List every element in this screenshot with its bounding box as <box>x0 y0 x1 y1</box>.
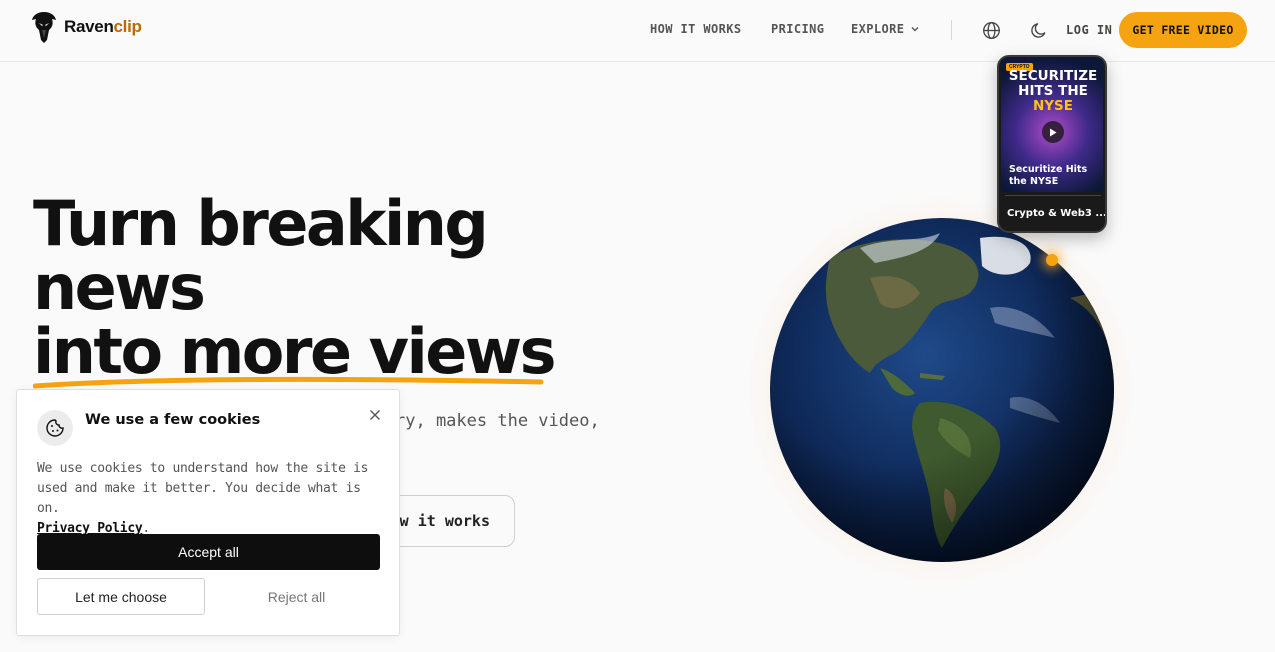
cookie-consent-dialog: We use a few cookies We use cookies to u… <box>16 389 400 636</box>
hero-subtitle: ry, makes the video, <box>395 411 600 431</box>
nav-explore-label: EXPLORE <box>851 22 905 36</box>
nav-pricing[interactable]: PRICING <box>771 22 824 36</box>
close-icon[interactable] <box>367 407 383 423</box>
cookie-title: We use a few cookies <box>85 412 261 428</box>
play-button[interactable] <box>1042 121 1064 143</box>
hero-title-line-2: news <box>33 251 206 324</box>
play-icon <box>1050 128 1057 136</box>
hero-title-line-1: Turn breaking <box>33 187 489 260</box>
nav-how-it-works[interactable]: HOW IT WORKS <box>650 22 742 36</box>
video-headline: SECURITIZE HITS THE NYSE <box>1008 68 1098 114</box>
video-preview-card[interactable]: CRYPTO SECURITIZE HITS THE NYSE Securiti… <box>997 55 1107 233</box>
earth-globe <box>770 218 1114 562</box>
language-button[interactable] <box>980 19 1002 41</box>
raven-logo-icon <box>32 12 56 43</box>
location-marker <box>1046 254 1058 266</box>
hero-title-highlight: into more views <box>33 320 557 389</box>
globe-icon <box>982 21 1000 39</box>
nav-explore[interactable]: EXPLORE <box>851 22 920 36</box>
logo[interactable]: Ravenclip <box>30 10 142 44</box>
cookie-icon <box>46 419 64 437</box>
card-divider <box>1005 195 1101 196</box>
cookie-description: We use cookies to understand how the sit… <box>37 461 369 536</box>
video-category: Crypto & Web3 ... <box>1007 208 1107 219</box>
video-thumbnail: CRYPTO SECURITIZE HITS THE NYSE Securiti… <box>1001 57 1103 192</box>
cookie-icon-badge <box>37 410 73 446</box>
logo-text: Ravenclip <box>64 17 142 36</box>
reject-all-button[interactable]: Reject all <box>213 578 380 615</box>
site-header: Ravenclip HOW IT WORKS PRICING EXPLORE L… <box>0 0 1275 62</box>
accept-all-button[interactable]: Accept all <box>37 534 380 570</box>
header-divider <box>951 20 952 40</box>
moon-icon <box>1030 22 1045 38</box>
highlight-underline <box>33 376 544 389</box>
hero-title: Turn breaking news into more views <box>33 187 557 389</box>
theme-toggle[interactable] <box>1028 19 1050 41</box>
let-me-choose-button[interactable]: Let me choose <box>37 578 205 615</box>
get-free-video-button[interactable]: GET FREE VIDEO <box>1119 12 1247 48</box>
chevron-down-icon <box>911 27 919 32</box>
video-caption: Securitize Hits the NYSE <box>1009 164 1088 187</box>
login-link[interactable]: LOG IN <box>1066 23 1112 37</box>
